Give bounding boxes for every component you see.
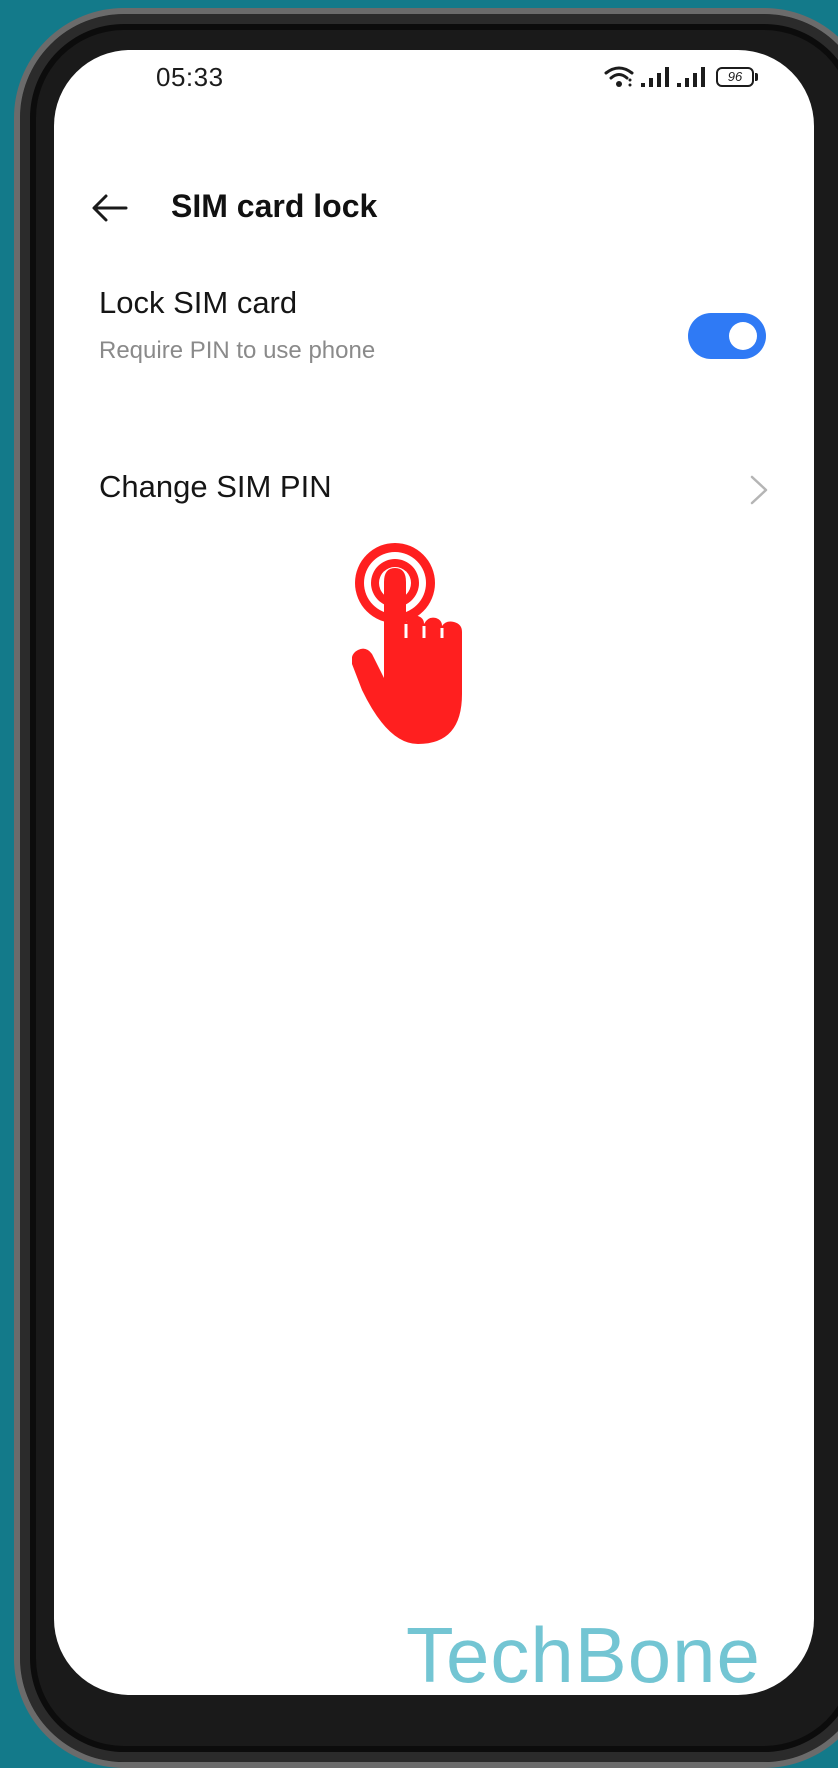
lock-sim-card-row[interactable]: Lock SIM card Require PIN to use phone	[54, 265, 814, 395]
lock-sim-card-toggle[interactable]	[688, 313, 766, 359]
tap-hand-icon	[352, 543, 462, 744]
wifi-icon	[604, 66, 634, 87]
change-sim-pin-row[interactable]: Change SIM PIN	[54, 445, 814, 535]
battery-level: 96	[727, 69, 743, 84]
page-title: SIM card lock	[171, 188, 378, 224]
watermark-text: TechBone	[406, 1611, 761, 1695]
lock-sim-card-subtitle: Require PIN to use phone	[99, 337, 376, 364]
back-button[interactable]	[88, 186, 132, 230]
page-header: SIM card lock	[54, 170, 814, 250]
status-bar: 05:33 96	[54, 50, 814, 110]
change-sim-pin-title: Change SIM PIN	[99, 469, 332, 504]
phone-screen: 05:33 96 SIM card lock Lock SIM card Req…	[54, 50, 814, 1695]
chevron-right-icon	[750, 475, 768, 505]
arrow-left-icon	[92, 194, 128, 222]
battery-icon: 96	[716, 67, 758, 87]
signal-icon	[677, 67, 705, 87]
lock-sim-card-title: Lock SIM card	[99, 285, 298, 320]
toggle-knob	[729, 322, 757, 350]
signal-icon	[641, 67, 669, 87]
status-icons: 96	[604, 62, 758, 92]
status-time: 05:33	[156, 62, 224, 92]
